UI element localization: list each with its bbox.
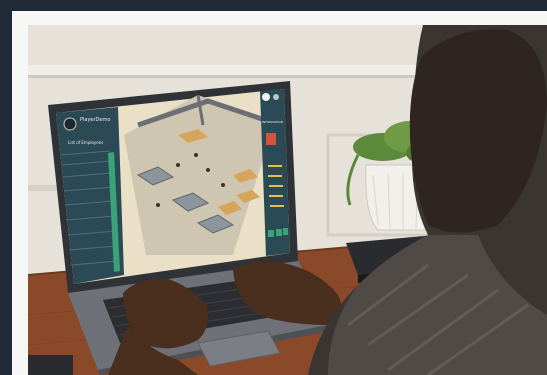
chat-icon [262,93,270,101]
avatar-icon [63,117,77,131]
panel-title: List of Employees [68,140,104,145]
player-name: PlayerDemo [80,117,111,123]
info-title: INFORMATION [262,120,284,124]
dark-object [28,355,73,375]
gear-icon [273,94,279,100]
build-icon [268,230,274,237]
photo-scene [28,25,547,375]
photo: PlayerDemo List of Employees INFORMATION [28,25,547,375]
image-frame: PlayerDemo List of Employees INFORMATION [12,11,547,375]
